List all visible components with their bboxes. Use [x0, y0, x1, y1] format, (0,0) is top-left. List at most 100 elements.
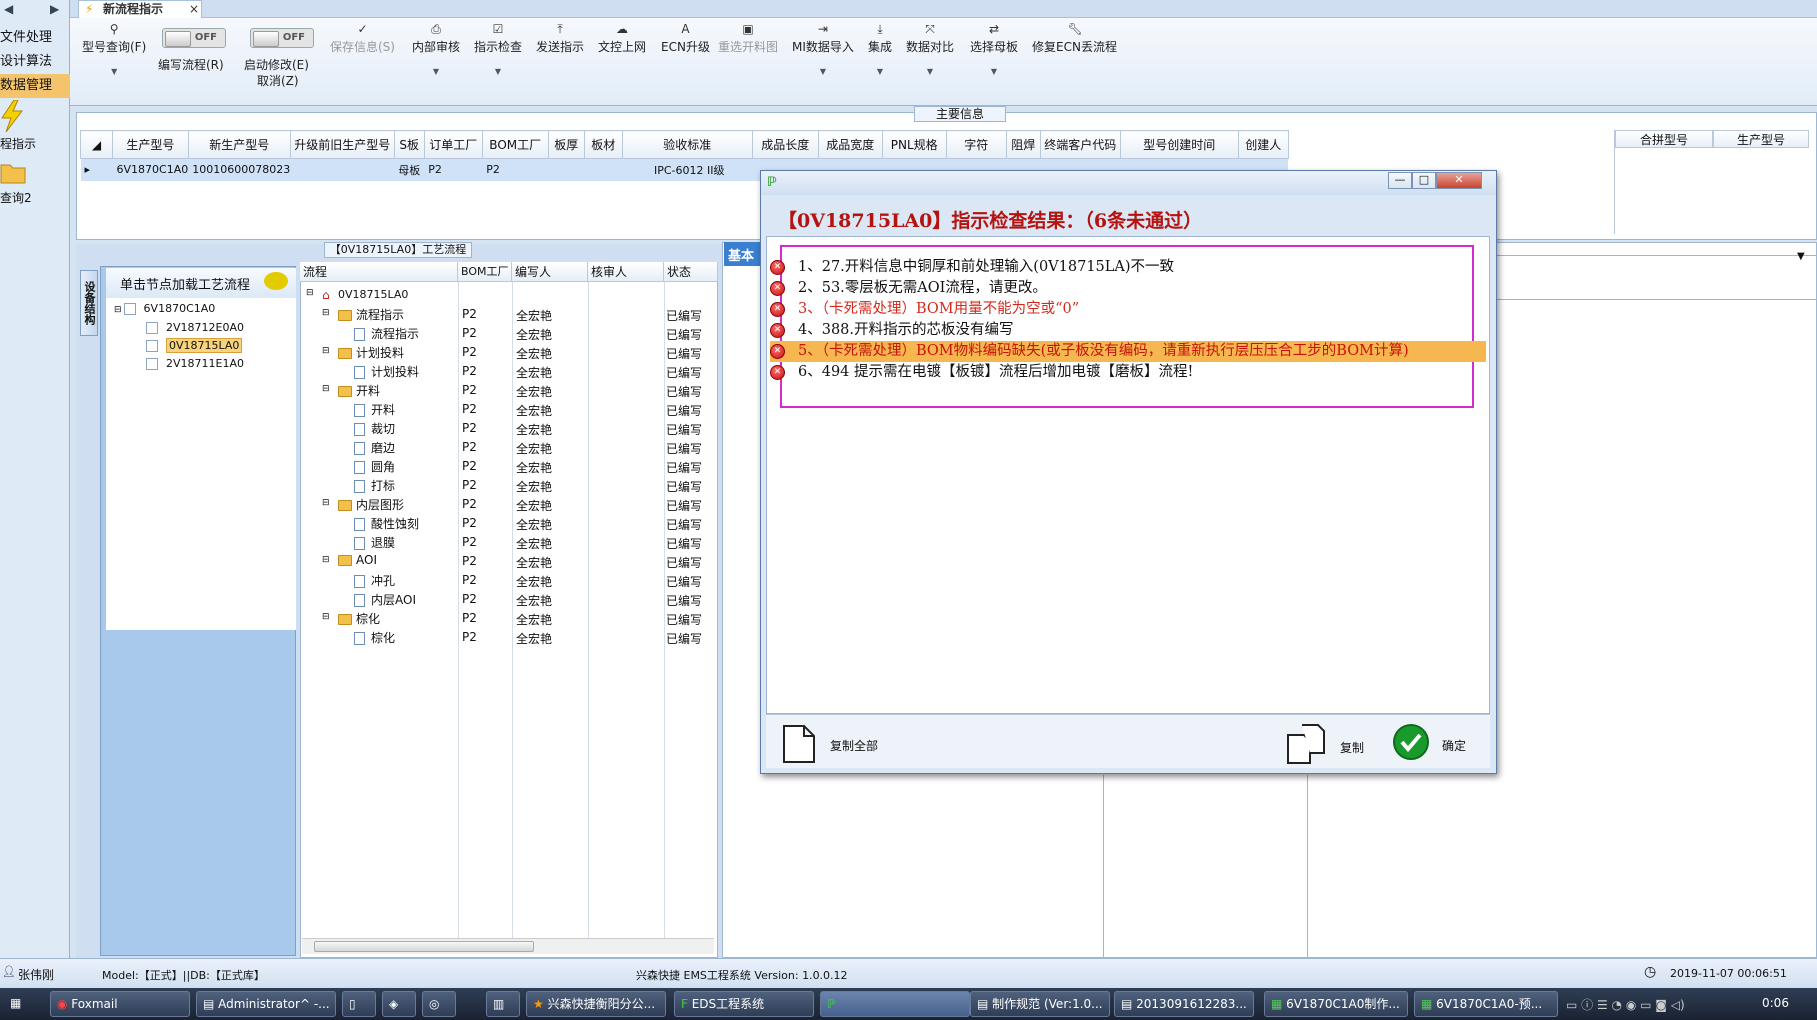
flow-row[interactable]: ⊟ 开料 P2 全宏艳 已编写	[300, 381, 718, 400]
start-modify-toggle[interactable]: OFF	[250, 28, 314, 48]
column-header[interactable]: 创建人	[1237, 130, 1289, 159]
taskbar-item[interactable]: ▦ 6V1870C1A0制作...	[1264, 991, 1408, 1017]
collapse-icon[interactable]: ⊟	[114, 305, 122, 315]
scrollbar-thumb[interactable]	[314, 941, 534, 952]
internal-review-button[interactable]: ⎙ 内部审核 ▼	[412, 22, 460, 76]
column-header[interactable]: 升级前旧生产型号	[289, 130, 395, 159]
flow-row[interactable]: 流程指示 P2 全宏艳 已编写	[300, 324, 718, 343]
checkbox[interactable]	[123, 303, 136, 315]
flow-row[interactable]: 冲孔 P2 全宏艳 已编写	[300, 571, 718, 590]
tab-basic[interactable]: 基本	[724, 242, 762, 266]
close-icon[interactable]: ×	[189, 1, 199, 17]
flow-indicator-icon[interactable]	[0, 99, 26, 133]
taskbar-item-active[interactable]: ℙ	[820, 991, 970, 1017]
select-mother-board-button[interactable]: ⇄ 选择母板 ▼	[970, 22, 1018, 76]
minimize-button[interactable]: —	[1388, 172, 1412, 189]
column-header[interactable]: 合拼型号	[1615, 130, 1713, 148]
flow-row[interactable]: ⊟ 棕化 P2 全宏艳 已编写	[300, 609, 718, 628]
column-header[interactable]: 流程	[300, 262, 458, 282]
flow-row[interactable]: 退膜 P2 全宏艳 已编写	[300, 533, 718, 552]
maximize-button[interactable]: □	[1412, 172, 1436, 189]
forward-icon[interactable]: ▶	[50, 2, 59, 16]
collapse-icon[interactable]: ⊟	[322, 384, 330, 394]
tab-new-flow[interactable]: ⚡ 新流程指示 ×	[78, 0, 202, 18]
horizontal-scrollbar[interactable]	[302, 938, 714, 954]
write-flow-toggle[interactable]: OFF	[162, 28, 226, 48]
taskbar-item[interactable]: ▦ 6V1870C1A0-预...	[1414, 991, 1558, 1017]
nav-item-design[interactable]: 设计算法	[0, 50, 70, 74]
data-compare-button[interactable]: ⤧ 数据对比 ▼	[906, 22, 954, 76]
collapse-icon[interactable]: ⊟	[322, 555, 330, 565]
close-button[interactable]: ✕	[1436, 172, 1482, 189]
collapse-icon[interactable]: ⊟	[322, 346, 330, 356]
folder-query-icon[interactable]	[0, 160, 26, 184]
ok-button[interactable]: 确定	[1392, 723, 1482, 763]
flow-row[interactable]: 裁切 P2 全宏艳 已编写	[300, 419, 718, 438]
column-header[interactable]: 板材	[583, 130, 623, 159]
row-selector-header[interactable]: ◢	[80, 130, 113, 159]
column-header[interactable]: 新生产型号	[187, 130, 291, 159]
flow-row[interactable]: 酸性蚀刻 P2 全宏艳 已编写	[300, 514, 718, 533]
column-header[interactable]: 订单工厂	[423, 130, 483, 159]
tree-node-root[interactable]: ⊟ 6V1870C1A0	[114, 301, 215, 319]
flow-row[interactable]: ⊟ 计划投料 P2 全宏艳 已编写	[300, 343, 718, 362]
taskbar-item[interactable]: F EDS工程系统	[674, 991, 814, 1017]
model-query-button[interactable]: ⚲ 型号查询(F) ▼	[82, 22, 146, 76]
start-button[interactable]: ▦	[4, 991, 44, 1017]
flow-row[interactable]: 磨边 P2 全宏艳 已编写	[300, 438, 718, 457]
fix-ecn-flow-button[interactable]: 🔧︎ 修复ECN丢流程	[1032, 22, 1117, 55]
column-header[interactable]: 字符	[945, 130, 1007, 159]
taskbar-item[interactable]: ▤ 制作规范 (Ver:1.0...	[970, 991, 1110, 1017]
taskbar-item[interactable]: ◈	[382, 991, 416, 1017]
chevron-down-icon[interactable]: ▼	[1797, 251, 1805, 262]
flow-row[interactable]: ⊟ 流程指示 P2 全宏艳 已编写	[300, 305, 718, 324]
column-header[interactable]: 成品宽度	[817, 130, 883, 159]
integrate-button[interactable]: ⤓ 集成 ▼	[868, 22, 892, 76]
checkbox[interactable]	[146, 322, 158, 334]
nav-item-file[interactable]: 文件处理	[0, 26, 70, 50]
tree-node[interactable]: 2V18712E0A0	[146, 320, 244, 338]
result-item[interactable]: ✕ 4、388.开料指示的芯板没有编写	[770, 320, 1486, 341]
column-header[interactable]: BOM工厂	[481, 130, 549, 159]
collapse-icon[interactable]: ⊟	[322, 612, 330, 622]
taskbar-clock[interactable]: 0:06	[1762, 996, 1789, 1010]
flow-root-row[interactable]: ⊟ ⌂ 0V18715LA0	[300, 286, 718, 305]
result-item[interactable]: ✕ 6、494 提示需在电镀【板镀】流程后增加电镀【磨板】流程!	[770, 362, 1486, 383]
reselect-cut-image-button[interactable]: ▣ 重选开料图	[718, 22, 778, 55]
column-header[interactable]: 成品长度	[751, 130, 819, 159]
flow-row[interactable]: 计划投料 P2 全宏艳 已编写	[300, 362, 718, 381]
device-structure-tab[interactable]: 设备结构	[80, 270, 98, 336]
flow-row[interactable]: 圆角 P2 全宏艳 已编写	[300, 457, 718, 476]
collapse-icon[interactable]: ⊟	[322, 498, 330, 508]
result-item[interactable]: ✕ 2、53.零层板无需AOI流程，请更改。	[770, 278, 1486, 299]
back-icon[interactable]: ◀	[4, 2, 13, 16]
flow-row[interactable]: 开料 P2 全宏艳 已编写	[300, 400, 718, 419]
taskbar-item[interactable]: ▤ Administrator^ -...	[196, 991, 336, 1017]
flow-row[interactable]: 棕化 P2 全宏艳 已编写	[300, 628, 718, 647]
taskbar-item[interactable]: ▥	[486, 991, 520, 1017]
taskbar-item[interactable]: ◎	[422, 991, 456, 1017]
tree-node[interactable]: 2V18711E1A0	[146, 356, 244, 374]
column-header[interactable]: 状态	[664, 262, 718, 282]
flow-row[interactable]: ⊟ 内层图形 P2 全宏艳 已编写	[300, 495, 718, 514]
save-info-button[interactable]: ✓ 保存信息(S)	[330, 22, 395, 55]
column-header[interactable]: 型号创建时间	[1119, 130, 1239, 159]
column-header[interactable]: S板	[393, 130, 425, 159]
tree-node-selected[interactable]: 0V18715LA0	[146, 338, 243, 356]
flow-row[interactable]: 打标 P2 全宏艳 已编写	[300, 476, 718, 495]
column-header[interactable]: BOM工厂	[458, 262, 512, 282]
taskbar-item[interactable]: ◉ Foxmail	[50, 991, 190, 1017]
mi-data-import-button[interactable]: ⇥ MI数据导入 ▼	[792, 22, 854, 76]
doc-control-online-button[interactable]: ☁ 文控上网	[598, 22, 646, 55]
taskbar-item[interactable]: ★ 兴森快捷衡阳分公...	[526, 991, 666, 1017]
result-item[interactable]: ✕ 3、（卡死需处理）BOM用量不能为空或“0”	[770, 299, 1486, 320]
result-item[interactable]: ✕ 1、27.开料信息中铜厚和前处理输入(0V18715LA)不一致	[770, 257, 1486, 278]
taskbar-item[interactable]: ▤ 2013091612283...	[1114, 991, 1254, 1017]
checkbox[interactable]	[146, 358, 158, 370]
tray-icons[interactable]: ▭ ⓘ ☰ ◔ ◉ ▭ ◙ ◁)	[1566, 996, 1685, 1013]
column-header[interactable]: 板厚	[547, 130, 585, 159]
copy-button[interactable]: 复制	[1286, 723, 1366, 765]
column-header[interactable]: 核审人	[588, 262, 664, 282]
column-header[interactable]: 阻焊	[1005, 130, 1041, 159]
send-indicator-button[interactable]: ⤒ 发送指示	[536, 22, 584, 55]
